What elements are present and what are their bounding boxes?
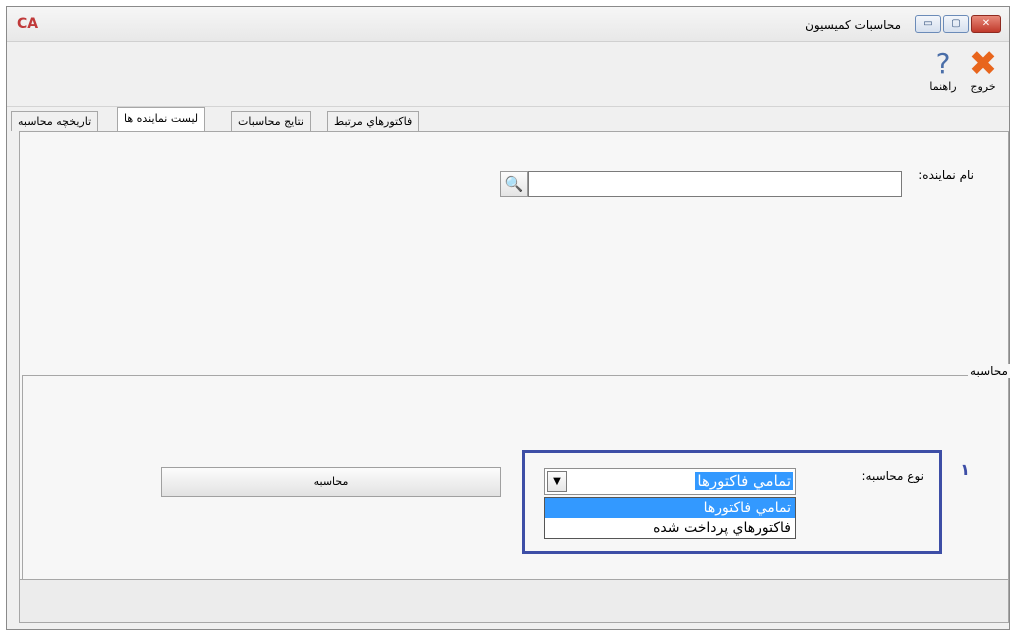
calc-type-label: نوع محاسبه: [861, 469, 925, 483]
tab-agent-list[interactable]: ليست نماينده ها [117, 107, 206, 131]
agent-name-label: نام نماينده: [918, 168, 974, 182]
help-icon: ? [935, 47, 951, 80]
tab-strip: تاريخچه محاسبه ليست نماينده ها نتايج محا… [7, 107, 1009, 131]
exit-button[interactable]: ✖ خروج [963, 44, 1003, 93]
title-bar: CA محاسبات كميسيون ▭ ▢ ✕ [7, 7, 1009, 42]
tab-calc-results[interactable]: نتايج محاسبات [231, 111, 311, 131]
option-all-invoices[interactable]: تمامي فاكتورها [545, 498, 795, 518]
maximize-button[interactable]: ▢ [943, 15, 969, 33]
agent-name-input[interactable] [528, 171, 902, 197]
chevron-down-icon[interactable]: ▼ [547, 471, 567, 492]
search-button[interactable]: 🔍 [500, 171, 528, 197]
calc-type-value: تمامي فاكتورها [695, 472, 793, 490]
app-window: CA محاسبات كميسيون ▭ ▢ ✕ ✖ خروج ? راهنما… [6, 6, 1010, 630]
option-paid-invoices[interactable]: فاكتورهاي پرداخت شده [545, 518, 795, 538]
close-button[interactable]: ✕ [971, 15, 1001, 33]
search-icon: 🔍 [504, 175, 524, 193]
calc-type-dropdown: تمامي فاكتورها فاكتورهاي پرداخت شده [544, 497, 796, 539]
tab-calc-history[interactable]: تاريخچه محاسبه [11, 111, 99, 131]
help-label: راهنما [929, 80, 957, 93]
calculation-group: محاسبه محاسبه ١ نوع محاسبه: ▼ تمامي فاكت… [22, 364, 1010, 580]
exit-icon: ✖ [968, 44, 998, 84]
status-bar [19, 579, 1009, 623]
tab-panel: نام نماينده: 🔍 محاسبه محاسبه ١ نوع محاسب… [19, 131, 1010, 623]
step-number: ١ [960, 460, 970, 479]
calc-type-select[interactable]: ▼ تمامي فاكتورها [544, 468, 796, 495]
app-logo-icon: CA [17, 16, 39, 32]
toolbar: ✖ خروج ? راهنما [7, 42, 1009, 107]
help-button[interactable]: ? راهنما [923, 47, 963, 94]
calculate-button[interactable]: محاسبه [161, 467, 501, 497]
calculation-group-legend: محاسبه [968, 364, 1010, 378]
minimize-button[interactable]: ▭ [915, 15, 941, 33]
tab-related-invoices[interactable]: فاكتورهاي مرتبط [327, 111, 420, 131]
exit-label: خروج [970, 80, 996, 93]
window-title: محاسبات كميسيون [805, 18, 901, 32]
